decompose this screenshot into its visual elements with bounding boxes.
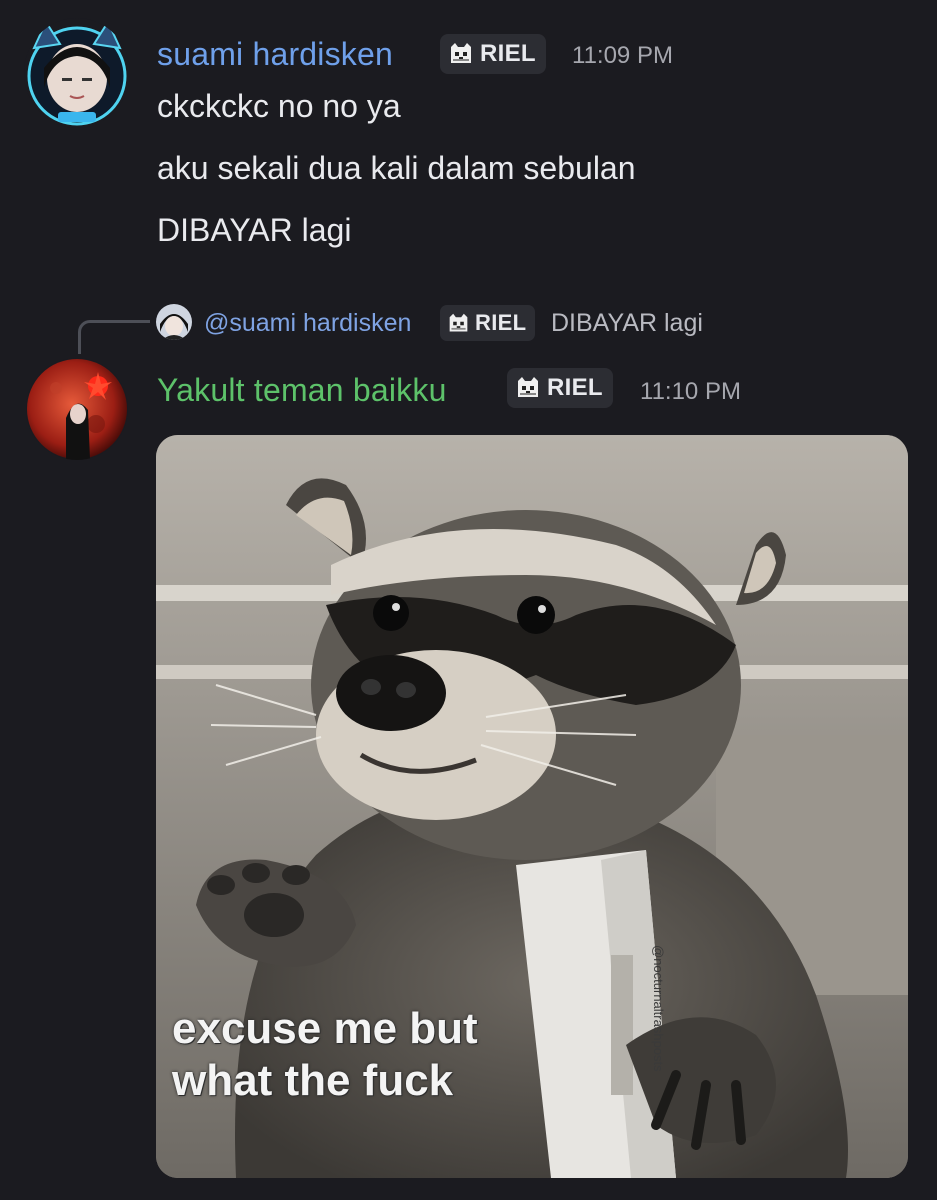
message-line: DIBAYAR lagi (157, 212, 352, 248)
cat-pixel-icon (518, 377, 538, 397)
message-line: ckckckc no no ya (157, 88, 401, 124)
reply-connector (78, 320, 150, 354)
image-attachment[interactable]: excuse me but what the fuck @nocturnaltr… (156, 435, 908, 1178)
cat-pixel-icon (451, 43, 471, 63)
reply-avatar (156, 304, 192, 340)
meme-watermark: @nocturnaltrashposts (651, 945, 666, 1072)
username-suami-hardisken[interactable]: suami hardisken (157, 36, 393, 73)
reply-mention[interactable]: @suami hardisken (204, 309, 411, 338)
chat-view: suami hardisken RIEL 11:09 PM ckckckc no… (0, 0, 937, 1200)
message-line: aku sekali dua kali dalam sebulan (157, 150, 636, 186)
meme-caption-line1: excuse me but (172, 1004, 478, 1053)
reply-role-tag: RIEL (440, 305, 536, 341)
avatar-yakult-teman-baikku[interactable] (26, 358, 128, 460)
role-tag[interactable]: RIEL (507, 368, 613, 408)
username-yakult-teman-baikku[interactable]: Yakult teman baikku (157, 372, 447, 409)
timestamp: 11:10 PM (640, 378, 741, 405)
role-tag[interactable]: RIEL (440, 34, 546, 74)
meme-caption-line2: what the fuck (172, 1056, 454, 1105)
avatar-suami-hardisken[interactable] (24, 18, 130, 128)
cat-pixel-icon (449, 313, 468, 331)
role-tag-label: RIEL (480, 40, 536, 67)
timestamp: 11:09 PM (572, 42, 673, 69)
reply-preview-text[interactable]: DIBAYAR lagi (551, 309, 703, 338)
reply-role-tag-label: RIEL (475, 310, 527, 335)
role-tag-label: RIEL (547, 374, 603, 401)
